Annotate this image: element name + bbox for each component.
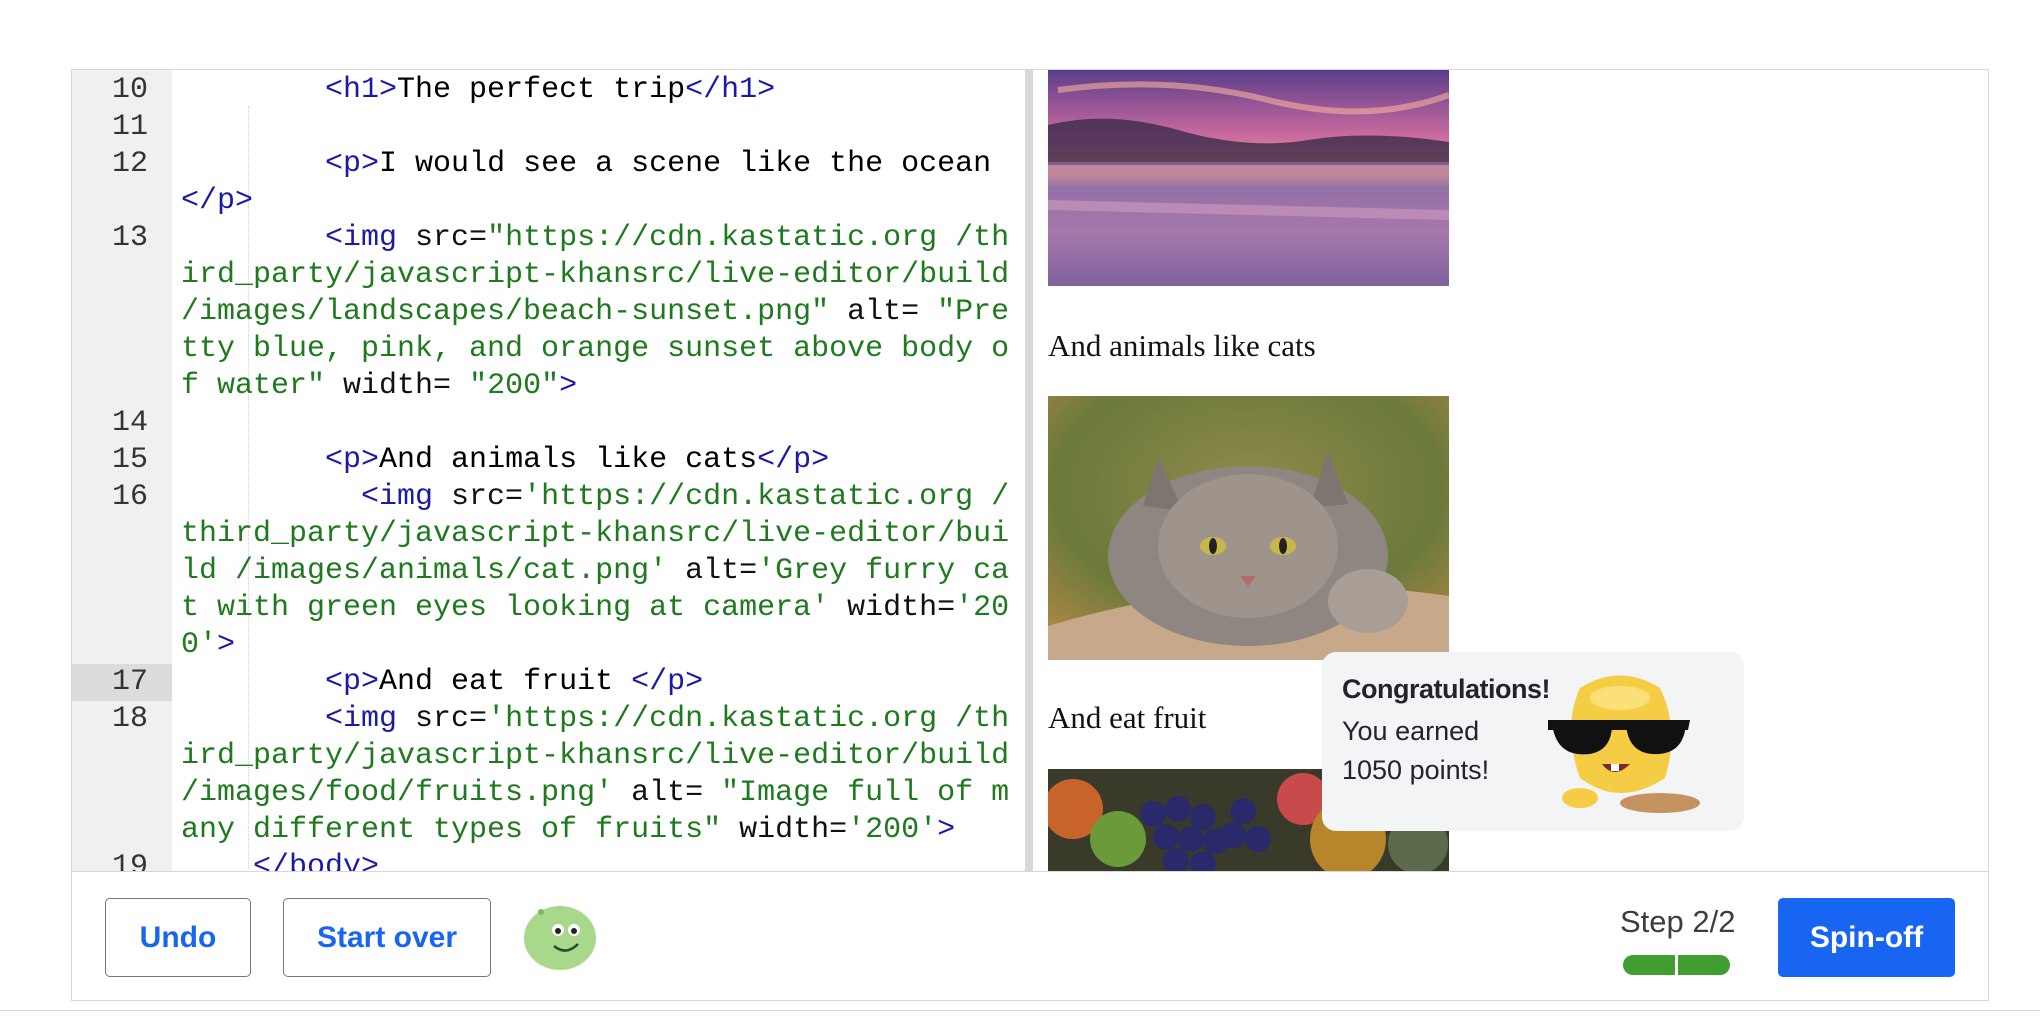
- code-token: alt=: [667, 554, 758, 588]
- code-line[interactable]: 11: [72, 109, 1025, 146]
- code-line[interactable]: 14: [72, 405, 1025, 442]
- code-text[interactable]: <img src='https://cdn.kastatic.org /thir…: [172, 479, 1025, 664]
- code-line[interactable]: 19 </body>: [72, 849, 1025, 871]
- code-token: </p>: [181, 184, 254, 218]
- code-token: src=: [451, 480, 524, 514]
- code-token: <img: [325, 702, 416, 736]
- line-number: 11: [111, 110, 148, 144]
- line-number: 16: [111, 480, 148, 514]
- toast-message: You earned 1050 points!: [1342, 716, 1490, 785]
- step-progress-segment-2: [1678, 955, 1730, 975]
- code-text[interactable]: <p>And eat fruit </p>: [172, 664, 1025, 701]
- code-line[interactable]: 12 <p>I would see a scene like the ocean…: [72, 146, 1025, 220]
- preview-caption-cats: And animals like cats: [1048, 328, 1316, 363]
- code-token: And animals like cats: [379, 443, 758, 477]
- code-token: width=: [829, 591, 956, 625]
- pane-splitter[interactable]: [1025, 70, 1033, 871]
- code-text[interactable]: </body>: [172, 849, 1025, 871]
- code-token: width=: [325, 369, 470, 403]
- code-token: src=: [415, 702, 488, 736]
- toast-title: Congratulations!: [1342, 674, 1551, 704]
- code-token: </p>: [631, 665, 704, 699]
- code-text[interactable]: <p>And animals like cats</p>: [172, 442, 1025, 479]
- line-number: 10: [111, 73, 148, 107]
- code-token: I would see a scene like the ocean: [379, 147, 992, 181]
- code-token: The perfect trip: [397, 73, 686, 107]
- code-token: "200": [469, 369, 560, 403]
- undo-button[interactable]: Undo: [105, 898, 251, 977]
- sunglasses-mascot-icon: [1540, 668, 1700, 823]
- cat-image: [1048, 396, 1449, 660]
- mascot-avatar-icon[interactable]: [521, 900, 599, 977]
- code-text[interactable]: <p>I would see a scene like the ocean </p…: [172, 146, 1025, 220]
- code-token: '200': [847, 813, 938, 847]
- line-number: 12: [111, 147, 148, 181]
- congratulations-toast: Congratulations! You earned 1050 points!: [1322, 652, 1744, 831]
- code-line[interactable]: 17 <p>And eat fruit </p>: [72, 664, 1025, 701]
- code-token: <p>: [325, 665, 380, 699]
- code-text[interactable]: <img src='https://cdn.kastatic.org /thir…: [172, 701, 1025, 849]
- editor-frame: 9 10 <h1>The perfect trip</h1>1112 <p>I …: [71, 69, 1989, 1001]
- code-token: And eat fruit: [379, 665, 632, 699]
- code-token: <p>: [325, 147, 380, 181]
- code-token: <img: [325, 221, 416, 255]
- code-text[interactable]: <img src="https://cdn.kastatic.org /thir…: [172, 220, 1025, 405]
- code-lines[interactable]: 9 10 <h1>The perfect trip</h1>1112 <p>I …: [72, 70, 1025, 871]
- editor-footer: Undo Start over Step 2/2 Spin-off: [72, 871, 1988, 1000]
- code-text[interactable]: <h1>The perfect trip</h1>: [172, 72, 1025, 109]
- code-line[interactable]: 18 <img src='https://cdn.kastatic.org /t…: [72, 701, 1025, 849]
- code-token: src=: [415, 221, 488, 255]
- code-line[interactable]: 13 <img src="https://cdn.kastatic.org /t…: [72, 220, 1025, 405]
- code-editor[interactable]: 9 10 <h1>The perfect trip</h1>1112 <p>I …: [72, 70, 1025, 871]
- line-number: 14: [111, 406, 148, 440]
- code-token: alt=: [613, 776, 722, 810]
- code-line[interactable]: 10 <h1>The perfect trip</h1>: [72, 72, 1025, 109]
- line-number: 13: [111, 221, 148, 255]
- code-token: >: [217, 628, 236, 662]
- code-line[interactable]: 16 <img src='https://cdn.kastatic.org /t…: [72, 479, 1025, 664]
- start-over-button[interactable]: Start over: [283, 898, 491, 977]
- line-number: 18: [111, 702, 148, 736]
- code-token: >: [559, 369, 578, 403]
- sunset-image: [1048, 70, 1449, 286]
- step-label: Step 2/2: [1620, 904, 1736, 939]
- code-token: alt=: [829, 295, 938, 329]
- code-token: <p>: [325, 443, 380, 477]
- preview-caption-fruit: And eat fruit: [1048, 700, 1207, 735]
- line-number: 17: [72, 664, 172, 701]
- code-token: <h1>: [325, 73, 398, 107]
- code-token: width=: [721, 813, 848, 847]
- line-number: 19: [111, 850, 148, 871]
- code-token: >: [937, 813, 956, 847]
- code-token: </body>: [253, 850, 380, 871]
- code-token: <img: [361, 480, 452, 514]
- page-divider: [0, 1010, 2040, 1011]
- line-number: 15: [111, 443, 148, 477]
- spin-off-button[interactable]: Spin-off: [1778, 898, 1955, 977]
- step-progress-segment-1: [1623, 955, 1675, 975]
- code-line[interactable]: 15 <p>And animals like cats</p>: [72, 442, 1025, 479]
- code-token: </p>: [757, 443, 830, 477]
- code-token: </h1>: [685, 73, 776, 107]
